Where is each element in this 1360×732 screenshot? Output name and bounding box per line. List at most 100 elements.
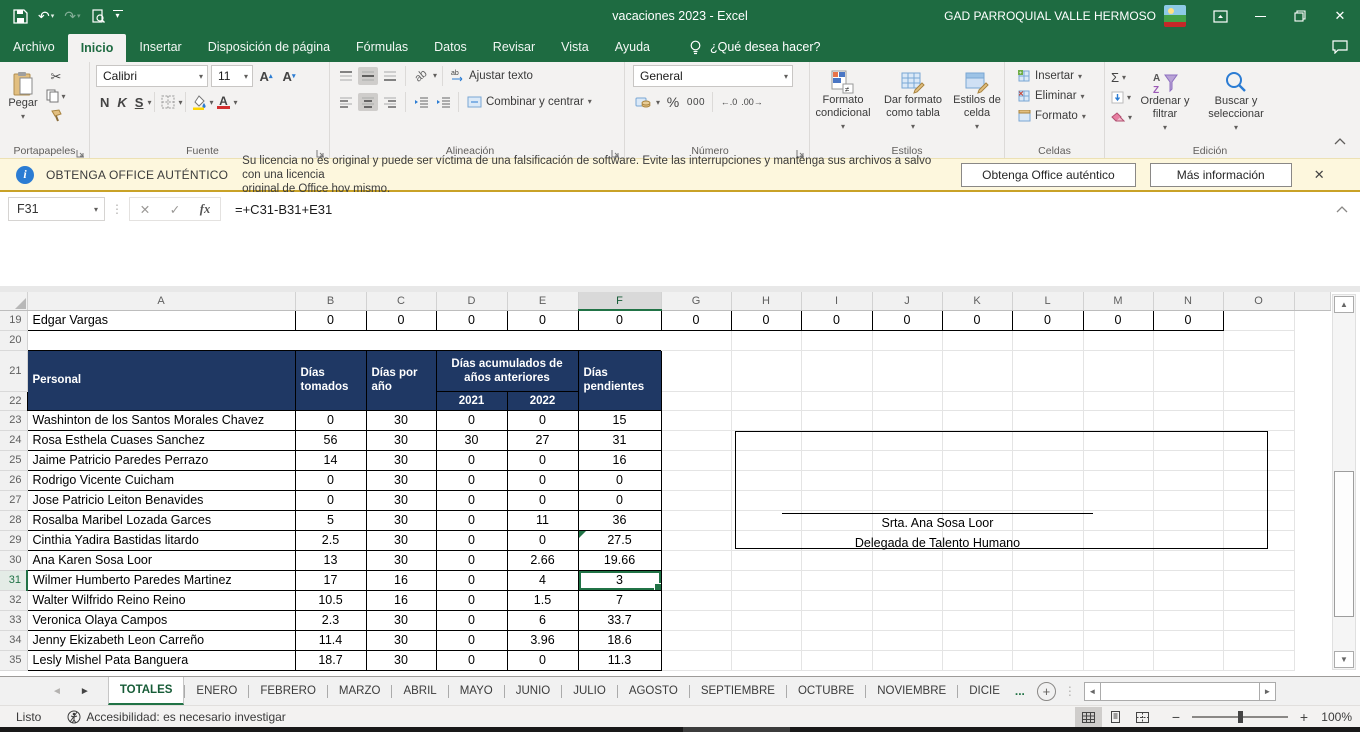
font-color-caret[interactable]: ▾ xyxy=(234,98,238,107)
cell-dias-tomados[interactable]: 5 xyxy=(295,510,366,530)
cell[interactable] xyxy=(1012,610,1083,630)
cell-2022[interactable]: 4 xyxy=(507,570,578,590)
row-header-21[interactable]: 21 xyxy=(0,350,27,391)
formula-bar-splitter[interactable]: ⋮ xyxy=(111,202,123,216)
cell[interactable] xyxy=(661,590,731,610)
column-header-g[interactable]: G xyxy=(661,292,731,310)
sheet-tab-noviembre[interactable]: NOVIEMBRE xyxy=(866,677,957,705)
cell[interactable] xyxy=(1153,650,1223,670)
cell-name[interactable]: Rosa Esthela Cuases Sanchez xyxy=(27,430,295,450)
add-sheet-icon[interactable]: + xyxy=(1037,682,1056,701)
row-header[interactable]: 24 xyxy=(0,430,27,450)
orientation-icon[interactable]: ab xyxy=(408,62,435,89)
cell[interactable] xyxy=(872,570,942,590)
cell[interactable] xyxy=(801,350,872,391)
cell[interactable] xyxy=(1083,610,1153,630)
decrease-indent-icon[interactable] xyxy=(411,93,431,111)
cell-name[interactable]: Lesly Mishel Pata Banguera xyxy=(27,650,295,670)
fill-color-icon[interactable] xyxy=(189,93,209,111)
tabbar-splitter[interactable]: ⋮ xyxy=(1064,684,1076,698)
cell-dias-por-ano[interactable]: 30 xyxy=(366,490,436,510)
cell[interactable] xyxy=(661,550,731,570)
signature-box[interactable] xyxy=(735,431,1268,549)
horizontal-scrollbar-thumb[interactable] xyxy=(1101,682,1259,701)
cell-2022[interactable]: 11 xyxy=(507,510,578,530)
row-header[interactable]: 34 xyxy=(0,630,27,650)
cell-name[interactable]: Walter Wilfrido Reino Reino xyxy=(27,590,295,610)
cell-styles-button[interactable]: Estilos decelda▾ xyxy=(950,65,1004,133)
cell[interactable] xyxy=(1223,650,1294,670)
column-header-i[interactable]: I xyxy=(801,292,872,310)
horizontal-scrollbar[interactable]: ◄ ► xyxy=(1084,682,1276,701)
cell[interactable] xyxy=(801,650,872,670)
cell[interactable] xyxy=(1083,630,1153,650)
cell-name[interactable]: Rosalba Maribel Lozada Garces xyxy=(27,510,295,530)
cell[interactable] xyxy=(507,330,578,350)
vertical-scrollbar-thumb[interactable] xyxy=(1334,471,1354,617)
comma-style-button[interactable]: 000 xyxy=(686,93,706,111)
cell[interactable] xyxy=(661,391,731,410)
cell[interactable] xyxy=(1083,410,1153,430)
column-header-l[interactable]: L xyxy=(1012,292,1083,310)
tab-formulas[interactable]: Fórmulas xyxy=(343,32,421,62)
tab-datos[interactable]: Datos xyxy=(421,32,480,62)
cell-name[interactable]: Jaime Patricio Paredes Perrazo xyxy=(27,450,295,470)
cell[interactable] xyxy=(942,391,1012,410)
underline-caret[interactable]: ▾ xyxy=(147,98,151,107)
cell-2021[interactable]: 0 xyxy=(436,610,507,630)
cell-2022[interactable]: 6 xyxy=(507,610,578,630)
cell[interactable] xyxy=(801,630,872,650)
cell[interactable] xyxy=(661,530,731,550)
customize-qat-icon[interactable]: ▾ xyxy=(113,10,123,22)
column-header-d[interactable]: D xyxy=(436,292,507,310)
cell[interactable] xyxy=(942,350,1012,391)
row-header-22[interactable]: 22 xyxy=(0,391,27,410)
fill-button[interactable]: ▾ xyxy=(1105,88,1132,106)
cell-2022[interactable]: 0 xyxy=(507,470,578,490)
sheet-tab-julio[interactable]: JULIO xyxy=(562,677,617,705)
cell[interactable]: 0 xyxy=(295,310,366,330)
cell[interactable] xyxy=(661,610,731,630)
cell[interactable] xyxy=(872,350,942,391)
zoom-slider-thumb[interactable] xyxy=(1238,711,1243,723)
cell[interactable] xyxy=(801,610,872,630)
bold-button[interactable]: N xyxy=(96,95,113,110)
cell[interactable] xyxy=(731,350,801,391)
cell[interactable]: 0 xyxy=(801,310,872,330)
cell[interactable] xyxy=(801,330,872,350)
cell[interactable] xyxy=(731,590,801,610)
cell-dias-tomados[interactable]: 56 xyxy=(295,430,366,450)
cell[interactable] xyxy=(1012,590,1083,610)
format-cells-button[interactable]: Formato▾ xyxy=(1015,110,1089,122)
cell[interactable] xyxy=(1223,550,1294,570)
decrease-font-icon[interactable]: A▾ xyxy=(279,67,299,85)
scroll-right-icon[interactable]: ► xyxy=(1259,682,1276,701)
cell-dias-tomados[interactable]: 10.5 xyxy=(295,590,366,610)
cell[interactable] xyxy=(1223,330,1294,350)
cell[interactable] xyxy=(731,630,801,650)
header-cell-dias-tomados[interactable]: Días tomados xyxy=(295,350,366,410)
cell[interactable] xyxy=(1153,330,1223,350)
cell-name[interactable]: Veronica Olaya Campos xyxy=(27,610,295,630)
cell[interactable]: 0 xyxy=(366,310,436,330)
align-left-icon[interactable] xyxy=(336,93,356,111)
get-office-button[interactable]: Obtenga Office auténtico xyxy=(961,163,1136,187)
minimize-button[interactable] xyxy=(1240,0,1280,32)
cell-dias-tomados[interactable]: 11.4 xyxy=(295,630,366,650)
increase-font-icon[interactable]: A▴ xyxy=(256,67,276,85)
collapse-formula-bar-icon[interactable] xyxy=(1336,200,1348,218)
zoom-slider[interactable] xyxy=(1192,716,1288,718)
cell-dias-tomados[interactable]: 18.7 xyxy=(295,650,366,670)
column-header-n[interactable]: N xyxy=(1153,292,1223,310)
cell-dias-pendientes[interactable]: 19.66 xyxy=(578,550,661,570)
accounting-format-icon[interactable] xyxy=(633,93,653,111)
zoom-level[interactable]: 100% xyxy=(1310,710,1352,724)
row-header[interactable]: 30 xyxy=(0,550,27,570)
cell[interactable] xyxy=(1153,350,1223,391)
cell[interactable] xyxy=(731,391,801,410)
delete-cells-button[interactable]: ✕ Eliminar▾ xyxy=(1015,90,1088,102)
vertical-scrollbar[interactable]: ▲ ▼ xyxy=(1332,294,1356,670)
row-header-19[interactable]: 19 xyxy=(0,310,27,330)
header-cell-2021[interactable]: 2021 xyxy=(436,391,507,410)
sheet-tab-dicie[interactable]: DICIE xyxy=(958,677,1011,705)
